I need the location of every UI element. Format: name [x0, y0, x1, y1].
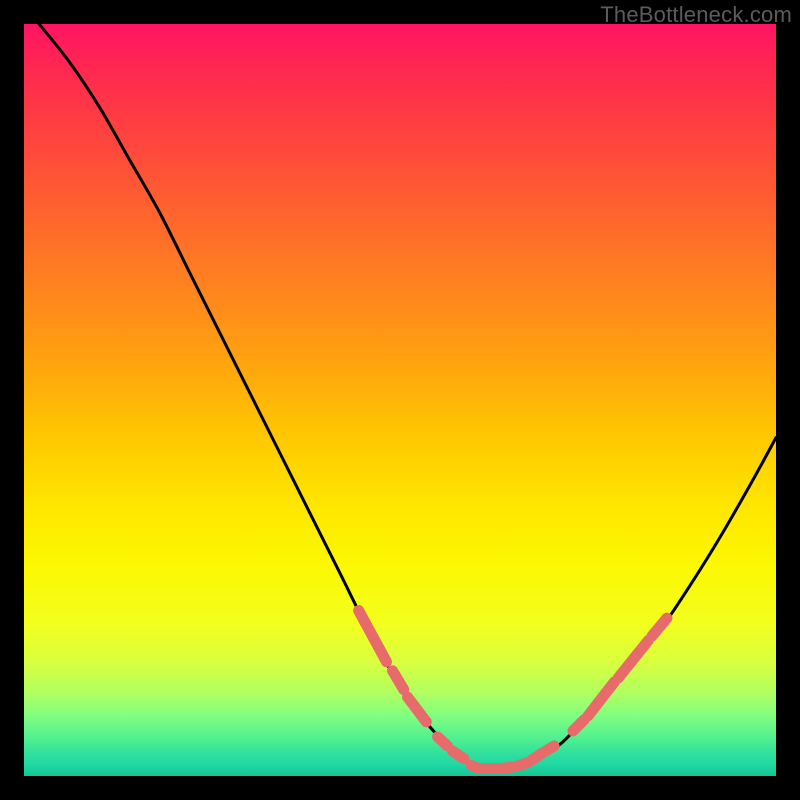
highlight-segment [408, 697, 427, 722]
highlight-segment [652, 618, 667, 636]
plot-area [24, 24, 776, 776]
highlight-segment [532, 753, 543, 761]
highlight-segment [547, 746, 555, 751]
highlight-segment [588, 682, 614, 716]
chart-frame: TheBottleneck.com [0, 0, 800, 800]
highlight-segment [517, 762, 528, 766]
highlight-segment [573, 720, 584, 731]
highlight-segment [453, 751, 464, 759]
highlight-segment [392, 671, 403, 690]
highlight-segment [618, 641, 648, 679]
highlight-segment [359, 611, 387, 662]
bottleneck-curve [39, 24, 776, 770]
highlight-segment [438, 737, 448, 746]
bottleneck-curve-chart [24, 24, 776, 776]
highlight-segment [502, 767, 513, 769]
